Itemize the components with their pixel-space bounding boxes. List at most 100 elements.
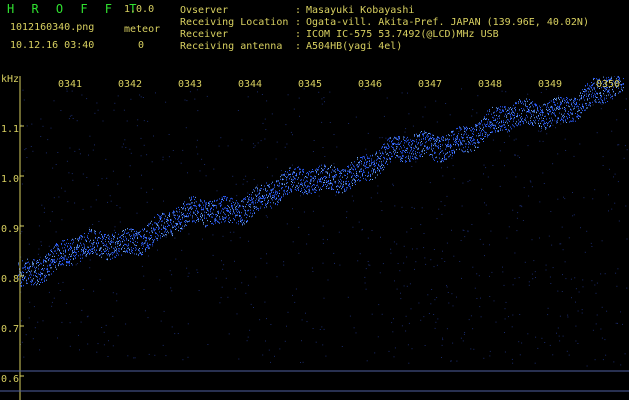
trace-dot bbox=[583, 106, 584, 107]
noise-dot bbox=[196, 146, 198, 148]
trace-dot bbox=[241, 200, 242, 202]
trace-dot bbox=[426, 147, 427, 149]
trace-dot bbox=[165, 227, 166, 229]
trace-dot bbox=[550, 120, 551, 122]
noise-dot bbox=[21, 320, 22, 322]
noise-dot bbox=[446, 242, 448, 244]
noise-dot bbox=[322, 344, 324, 346]
trace-dot bbox=[301, 188, 302, 190]
spectrogram-panel: kHz 1.1 1.0 0.9 0.8 0.7 0.6 0341 0342 03… bbox=[0, 74, 629, 400]
trace-dot bbox=[482, 139, 483, 140]
trace-dot bbox=[117, 252, 118, 254]
noise-dot bbox=[53, 297, 55, 299]
trace-dot bbox=[66, 242, 67, 244]
trace-dot bbox=[595, 101, 596, 103]
trace-dot bbox=[123, 236, 124, 238]
noise-dot bbox=[515, 138, 517, 140]
noise-dot bbox=[620, 364, 622, 366]
trace-dot bbox=[541, 111, 542, 113]
trace-dot bbox=[67, 239, 68, 241]
trace-dot bbox=[382, 146, 383, 148]
trace-dot bbox=[215, 214, 216, 216]
trace-dot bbox=[177, 214, 178, 216]
trace-dot bbox=[257, 188, 258, 190]
trace-dot bbox=[508, 125, 509, 127]
trace-dot bbox=[467, 127, 468, 129]
trace-dot bbox=[509, 120, 510, 122]
trace-dot bbox=[586, 107, 587, 109]
trace-dot bbox=[488, 119, 489, 120]
trace-dot bbox=[561, 119, 562, 120]
noise-dot bbox=[227, 296, 229, 298]
trace-dot bbox=[174, 216, 175, 218]
noise-dot bbox=[86, 98, 88, 100]
trace-dot bbox=[282, 187, 283, 189]
trace-dot bbox=[178, 220, 179, 222]
noise-dot bbox=[548, 235, 550, 237]
trace-dot bbox=[229, 221, 230, 223]
noise-dot bbox=[481, 188, 483, 190]
noise-dot bbox=[89, 267, 91, 269]
trace-dot bbox=[563, 114, 564, 116]
trace-dot bbox=[461, 128, 462, 130]
trace-dot bbox=[217, 220, 218, 222]
trace-dot bbox=[504, 115, 505, 117]
trace-dot bbox=[343, 169, 344, 171]
trace-dot bbox=[130, 253, 131, 254]
trace-dot bbox=[180, 223, 181, 225]
trace-dot bbox=[275, 191, 276, 193]
trace-dot bbox=[83, 250, 84, 252]
trace-dot bbox=[588, 88, 589, 90]
trace-dot bbox=[333, 176, 334, 177]
noise-dot bbox=[594, 359, 596, 361]
trace-dot bbox=[501, 122, 502, 124]
trace-dot bbox=[386, 160, 387, 162]
trace-dot bbox=[167, 219, 168, 220]
trace-dot bbox=[435, 152, 436, 154]
trace-dot bbox=[434, 143, 435, 145]
trace-dot bbox=[146, 237, 147, 238]
trace-dot bbox=[133, 233, 134, 235]
trace-dot bbox=[340, 171, 341, 173]
noise-dot bbox=[366, 360, 368, 362]
noise-dot bbox=[38, 225, 40, 227]
noise-dot bbox=[284, 340, 286, 342]
trace-dot bbox=[51, 259, 52, 261]
trace-dot bbox=[495, 124, 496, 126]
trace-dot bbox=[458, 144, 459, 146]
trace-dot bbox=[180, 219, 181, 220]
trace-dot bbox=[188, 214, 189, 216]
trace-dot bbox=[515, 106, 516, 108]
trace-dot bbox=[287, 176, 288, 178]
trace-dot bbox=[423, 133, 424, 135]
trace-dot bbox=[55, 265, 56, 267]
trace-dot bbox=[360, 170, 361, 172]
noise-dot bbox=[542, 172, 544, 174]
trace-dot bbox=[226, 208, 227, 210]
noise-dot bbox=[615, 322, 617, 324]
trace-dot bbox=[176, 210, 177, 212]
trace-dot bbox=[205, 202, 206, 204]
trace-dot bbox=[572, 112, 573, 114]
trace-dot bbox=[134, 234, 135, 236]
noise-dot bbox=[119, 207, 121, 209]
trace-dot bbox=[547, 110, 548, 112]
trace-dot bbox=[479, 123, 480, 125]
trace-dot bbox=[336, 186, 337, 188]
trace-dot bbox=[276, 194, 277, 196]
noise-dot bbox=[96, 351, 98, 353]
trace-dot bbox=[465, 146, 466, 148]
trace-dot bbox=[57, 244, 58, 245]
trace-dot bbox=[170, 219, 171, 221]
trace-dot bbox=[266, 190, 267, 192]
trace-dot bbox=[538, 123, 539, 125]
noise-dot bbox=[516, 217, 518, 219]
noise-dot bbox=[541, 130, 542, 132]
trace-dot bbox=[217, 199, 218, 201]
trace-dot bbox=[515, 109, 516, 110]
trace-dot bbox=[468, 151, 469, 153]
noise-dot bbox=[23, 356, 25, 358]
trace-dot bbox=[364, 161, 365, 163]
trace-dot bbox=[421, 153, 422, 155]
trace-dot bbox=[512, 114, 513, 116]
